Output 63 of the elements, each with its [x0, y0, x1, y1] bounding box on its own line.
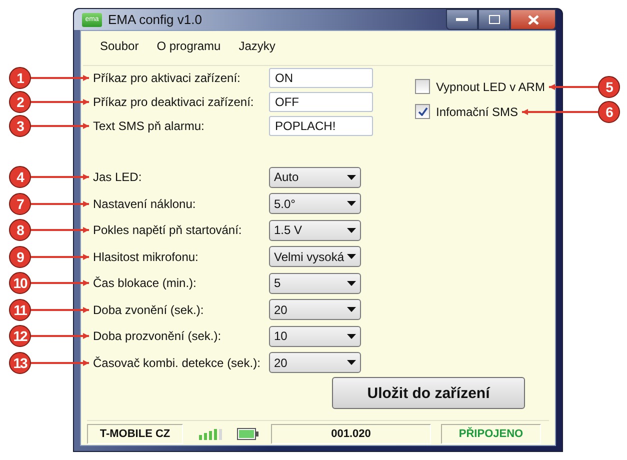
callout-number: 2 [9, 91, 31, 113]
callout-number: 11 [9, 298, 31, 321]
signal-icon [199, 428, 223, 440]
field-label: Hlasitost mikrofonu: [93, 250, 200, 264]
dropdown[interactable]: Auto [269, 166, 361, 188]
field-label: Čas blokace (min.): [93, 276, 198, 290]
maximize-button[interactable] [478, 9, 510, 30]
callout-number: 5 [598, 76, 620, 98]
dropdown[interactable]: 1.5 V [269, 220, 361, 241]
caret-icon [347, 334, 356, 339]
menu-item[interactable]: O programu [148, 39, 230, 53]
dropdown[interactable]: 5 [269, 272, 361, 294]
callout-number: 12 [9, 325, 31, 348]
callout-number: 1 [9, 67, 31, 89]
minimize-icon [456, 18, 468, 22]
input-field[interactable]: ON [269, 68, 373, 88]
connection-status: PŘIPOJENO [441, 424, 541, 444]
save-button[interactable]: Uložit do zařízení [332, 377, 525, 409]
close-button[interactable] [510, 9, 556, 30]
caret-icon [347, 360, 356, 366]
callout-number: 8 [9, 219, 31, 242]
close-icon [528, 14, 538, 24]
caret-icon [347, 201, 356, 206]
caret-icon [347, 228, 356, 233]
field-label: Pokles napětí pň startování: [93, 223, 243, 238]
operator-panel: T-MOBILE CZ [87, 424, 183, 444]
checkbox[interactable] [415, 104, 430, 119]
maximize-icon [488, 15, 500, 24]
field-label: Jas LED: [93, 170, 143, 184]
window-title: EMA config v1.0 [108, 12, 203, 27]
dropdown[interactable]: 10 [269, 326, 361, 347]
menu-item[interactable]: Soubor [91, 39, 148, 53]
caret-icon [347, 307, 356, 312]
caret-icon [347, 174, 356, 180]
input-field[interactable]: OFF [269, 92, 373, 112]
minimize-button[interactable] [446, 9, 478, 30]
callout-number: 4 [9, 166, 31, 188]
menu-item[interactable]: Jazyky [230, 39, 284, 53]
field-label: Doba zvonění (sek.): [93, 302, 205, 317]
input-field[interactable]: POPLACH! [269, 116, 373, 136]
caret-icon [347, 280, 356, 286]
dropdown[interactable]: 20 [269, 352, 361, 374]
field-label: Příkaz pro deaktivaci zařízení: [93, 95, 255, 109]
field-label: Doba prozvonění (sek.): [93, 329, 222, 344]
callout-number: 7 [9, 192, 31, 215]
field-label: Časovač kombi. detekce (sek.): [93, 356, 262, 370]
dropdown[interactable]: Velmi vysoká [269, 246, 361, 268]
dropdown[interactable]: 5.0° [269, 193, 361, 214]
callout-number: 9 [9, 246, 31, 268]
dropdown[interactable]: 20 [269, 299, 361, 320]
field-label: Text SMS pň alarmu: [93, 119, 206, 133]
checkbox-label: Infomační SMS [436, 104, 518, 118]
callout-number: 10 [9, 272, 31, 294]
caret-icon [347, 254, 356, 260]
checkbox-label: Vypnout LED v ARM [436, 80, 545, 94]
field-label: Příkaz pro aktivaci zařízení: [93, 71, 242, 85]
callout-number: 3 [9, 115, 31, 137]
version-panel: 001.020 [271, 424, 431, 444]
checkbox[interactable] [415, 79, 430, 94]
callout-number: 6 [598, 100, 620, 122]
callout-number: 13 [9, 352, 31, 374]
battery-icon [237, 428, 259, 440]
field-label: Nastavení náklonu: [93, 196, 197, 211]
